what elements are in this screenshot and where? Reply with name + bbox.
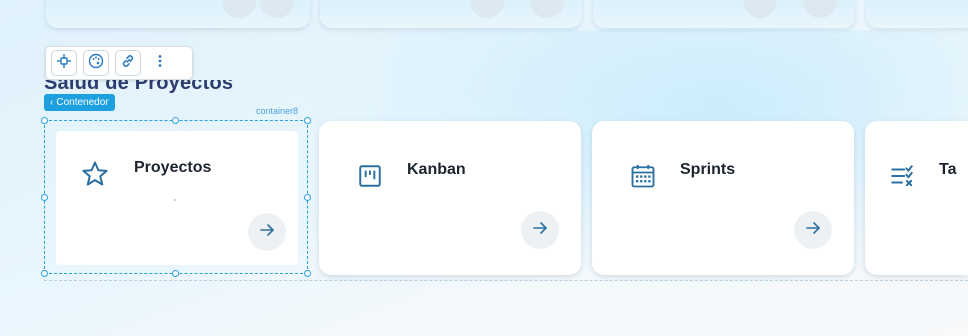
chevron-left-icon: ‹ — [50, 97, 54, 108]
card-kanban[interactable]: Kanban — [319, 121, 581, 275]
link-button[interactable] — [115, 50, 141, 76]
resize-handle[interactable] — [41, 270, 48, 277]
top-card-3 — [593, 0, 855, 28]
kanban-icon — [355, 161, 385, 191]
resize-handle[interactable] — [172, 270, 179, 277]
selection-outline — [44, 120, 308, 274]
card-tareas[interactable]: Ta — [865, 121, 968, 275]
row-divider — [44, 280, 968, 281]
card-label: Kanban — [407, 161, 466, 178]
palette-icon — [88, 53, 104, 74]
style-button[interactable] — [83, 50, 109, 76]
more-options-button[interactable] — [147, 50, 173, 76]
resize-handle[interactable] — [41, 194, 48, 201]
parent-chip-label: Contenedor — [56, 97, 109, 108]
card-action-button[interactable] — [794, 211, 832, 249]
task-list-icon — [887, 161, 917, 191]
resize-handle[interactable] — [304, 270, 311, 277]
card-sprints[interactable]: Sprints — [592, 121, 854, 275]
card-label: Ta — [939, 161, 957, 178]
card-action-button[interactable] — [521, 211, 559, 249]
card-label: Sprints — [680, 161, 736, 178]
arrow-right-icon — [532, 220, 548, 241]
arrow-right-icon — [805, 220, 821, 241]
top-card-1 — [46, 0, 310, 28]
calendar-icon — [628, 161, 658, 191]
parent-container-chip[interactable]: ‹ Contenedor — [44, 94, 115, 111]
move-button[interactable] — [51, 50, 77, 76]
resize-handle[interactable] — [41, 117, 48, 124]
more-vertical-icon — [157, 53, 163, 74]
resize-handle[interactable] — [304, 117, 311, 124]
resize-handle[interactable] — [172, 117, 179, 124]
top-card-4 — [866, 0, 968, 28]
element-toolbar — [45, 46, 193, 80]
resize-handle[interactable] — [304, 194, 311, 201]
link-icon — [120, 53, 136, 74]
container-id-label: container8 — [256, 106, 299, 116]
move-icon — [56, 53, 72, 74]
top-card-2 — [320, 0, 582, 28]
